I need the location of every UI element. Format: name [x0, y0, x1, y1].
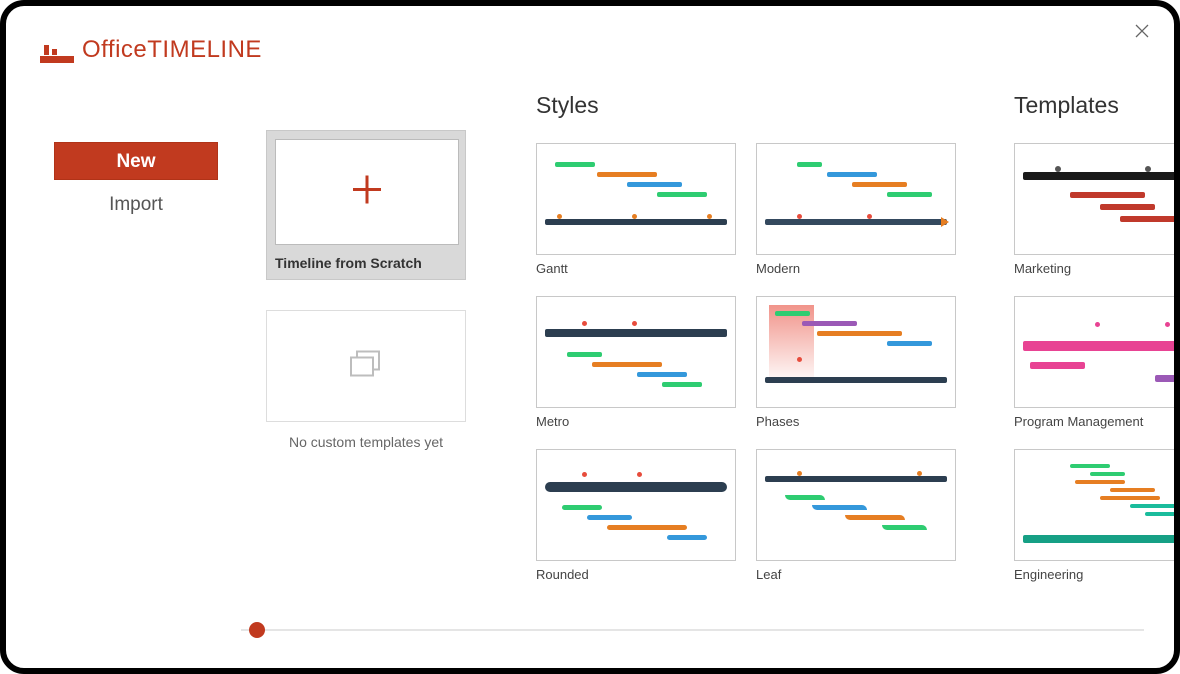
- template-card-marketing[interactable]: Marketing: [1014, 143, 1174, 276]
- header: OfficeTIMELINE: [6, 6, 1174, 92]
- style-thumb-modern: [756, 143, 956, 255]
- app-window: OfficeTIMELINE New Import Timeline from …: [0, 0, 1180, 674]
- template-label: Engineering: [1014, 567, 1174, 582]
- style-card-gantt[interactable]: Gantt: [536, 143, 736, 276]
- scratch-column: Timeline from Scratch No custom template…: [266, 92, 476, 604]
- scrollbar-handle[interactable]: [249, 622, 265, 638]
- scratch-caption: Timeline from Scratch: [275, 255, 457, 271]
- style-thumb-leaf: [756, 449, 956, 561]
- style-card-metro[interactable]: Metro: [536, 296, 736, 429]
- style-label: Rounded: [536, 567, 736, 582]
- styles-grid: Gantt Modern: [536, 143, 976, 582]
- stack-icon: [349, 350, 383, 383]
- scratch-thumb: [275, 139, 459, 245]
- logo-text-part1: Office: [82, 36, 147, 63]
- style-card-phases[interactable]: Phases: [756, 296, 956, 429]
- templates-grid: Marketing Program Management: [1014, 143, 1174, 582]
- logo-text: OfficeTIMELINE: [82, 36, 262, 64]
- template-thumb-marketing: [1014, 143, 1174, 255]
- close-button[interactable]: [1132, 22, 1152, 42]
- style-thumb-phases: [756, 296, 956, 408]
- horizontal-scrollbar[interactable]: [241, 620, 1144, 640]
- style-label: Modern: [756, 261, 956, 276]
- nav-import-button[interactable]: Import: [54, 186, 218, 224]
- custom-caption: No custom templates yet: [266, 434, 466, 450]
- template-label: Program Management: [1014, 414, 1174, 429]
- plus-icon: [350, 173, 384, 212]
- style-label: Phases: [756, 414, 956, 429]
- style-label: Gantt: [536, 261, 736, 276]
- style-card-rounded[interactable]: Rounded: [536, 449, 736, 582]
- style-label: Leaf: [756, 567, 956, 582]
- scrollbar-track: [241, 629, 1144, 631]
- logo-icon: [40, 37, 74, 63]
- nav-new-button[interactable]: New: [54, 142, 218, 180]
- style-thumb-metro: [536, 296, 736, 408]
- style-thumb-gantt: [536, 143, 736, 255]
- templates-title: Templates: [1014, 92, 1174, 119]
- style-card-leaf[interactable]: Leaf: [756, 449, 956, 582]
- custom-thumb: [266, 310, 466, 422]
- template-thumb-engineering: [1014, 449, 1174, 561]
- template-label: Marketing: [1014, 261, 1174, 276]
- body: New Import Timeline from Scratch: [6, 92, 1174, 604]
- sidebar: New Import: [6, 92, 266, 604]
- template-card-program[interactable]: Program Management: [1014, 296, 1174, 429]
- style-card-modern[interactable]: Modern: [756, 143, 956, 276]
- style-thumb-rounded: [536, 449, 736, 561]
- style-label: Metro: [536, 414, 736, 429]
- template-card-engineering[interactable]: Engineering: [1014, 449, 1174, 582]
- scratch-card[interactable]: Timeline from Scratch: [266, 130, 466, 280]
- template-thumb-program: [1014, 296, 1174, 408]
- templates-column: Templates Marketing: [1014, 92, 1174, 604]
- close-icon: [1135, 24, 1149, 38]
- styles-title: Styles: [536, 92, 976, 119]
- content: Timeline from Scratch No custom template…: [266, 92, 1174, 604]
- custom-templates-card[interactable]: No custom templates yet: [266, 310, 466, 450]
- styles-column: Styles Gantt: [536, 92, 976, 604]
- logo-text-part2: TIMELINE: [147, 36, 262, 63]
